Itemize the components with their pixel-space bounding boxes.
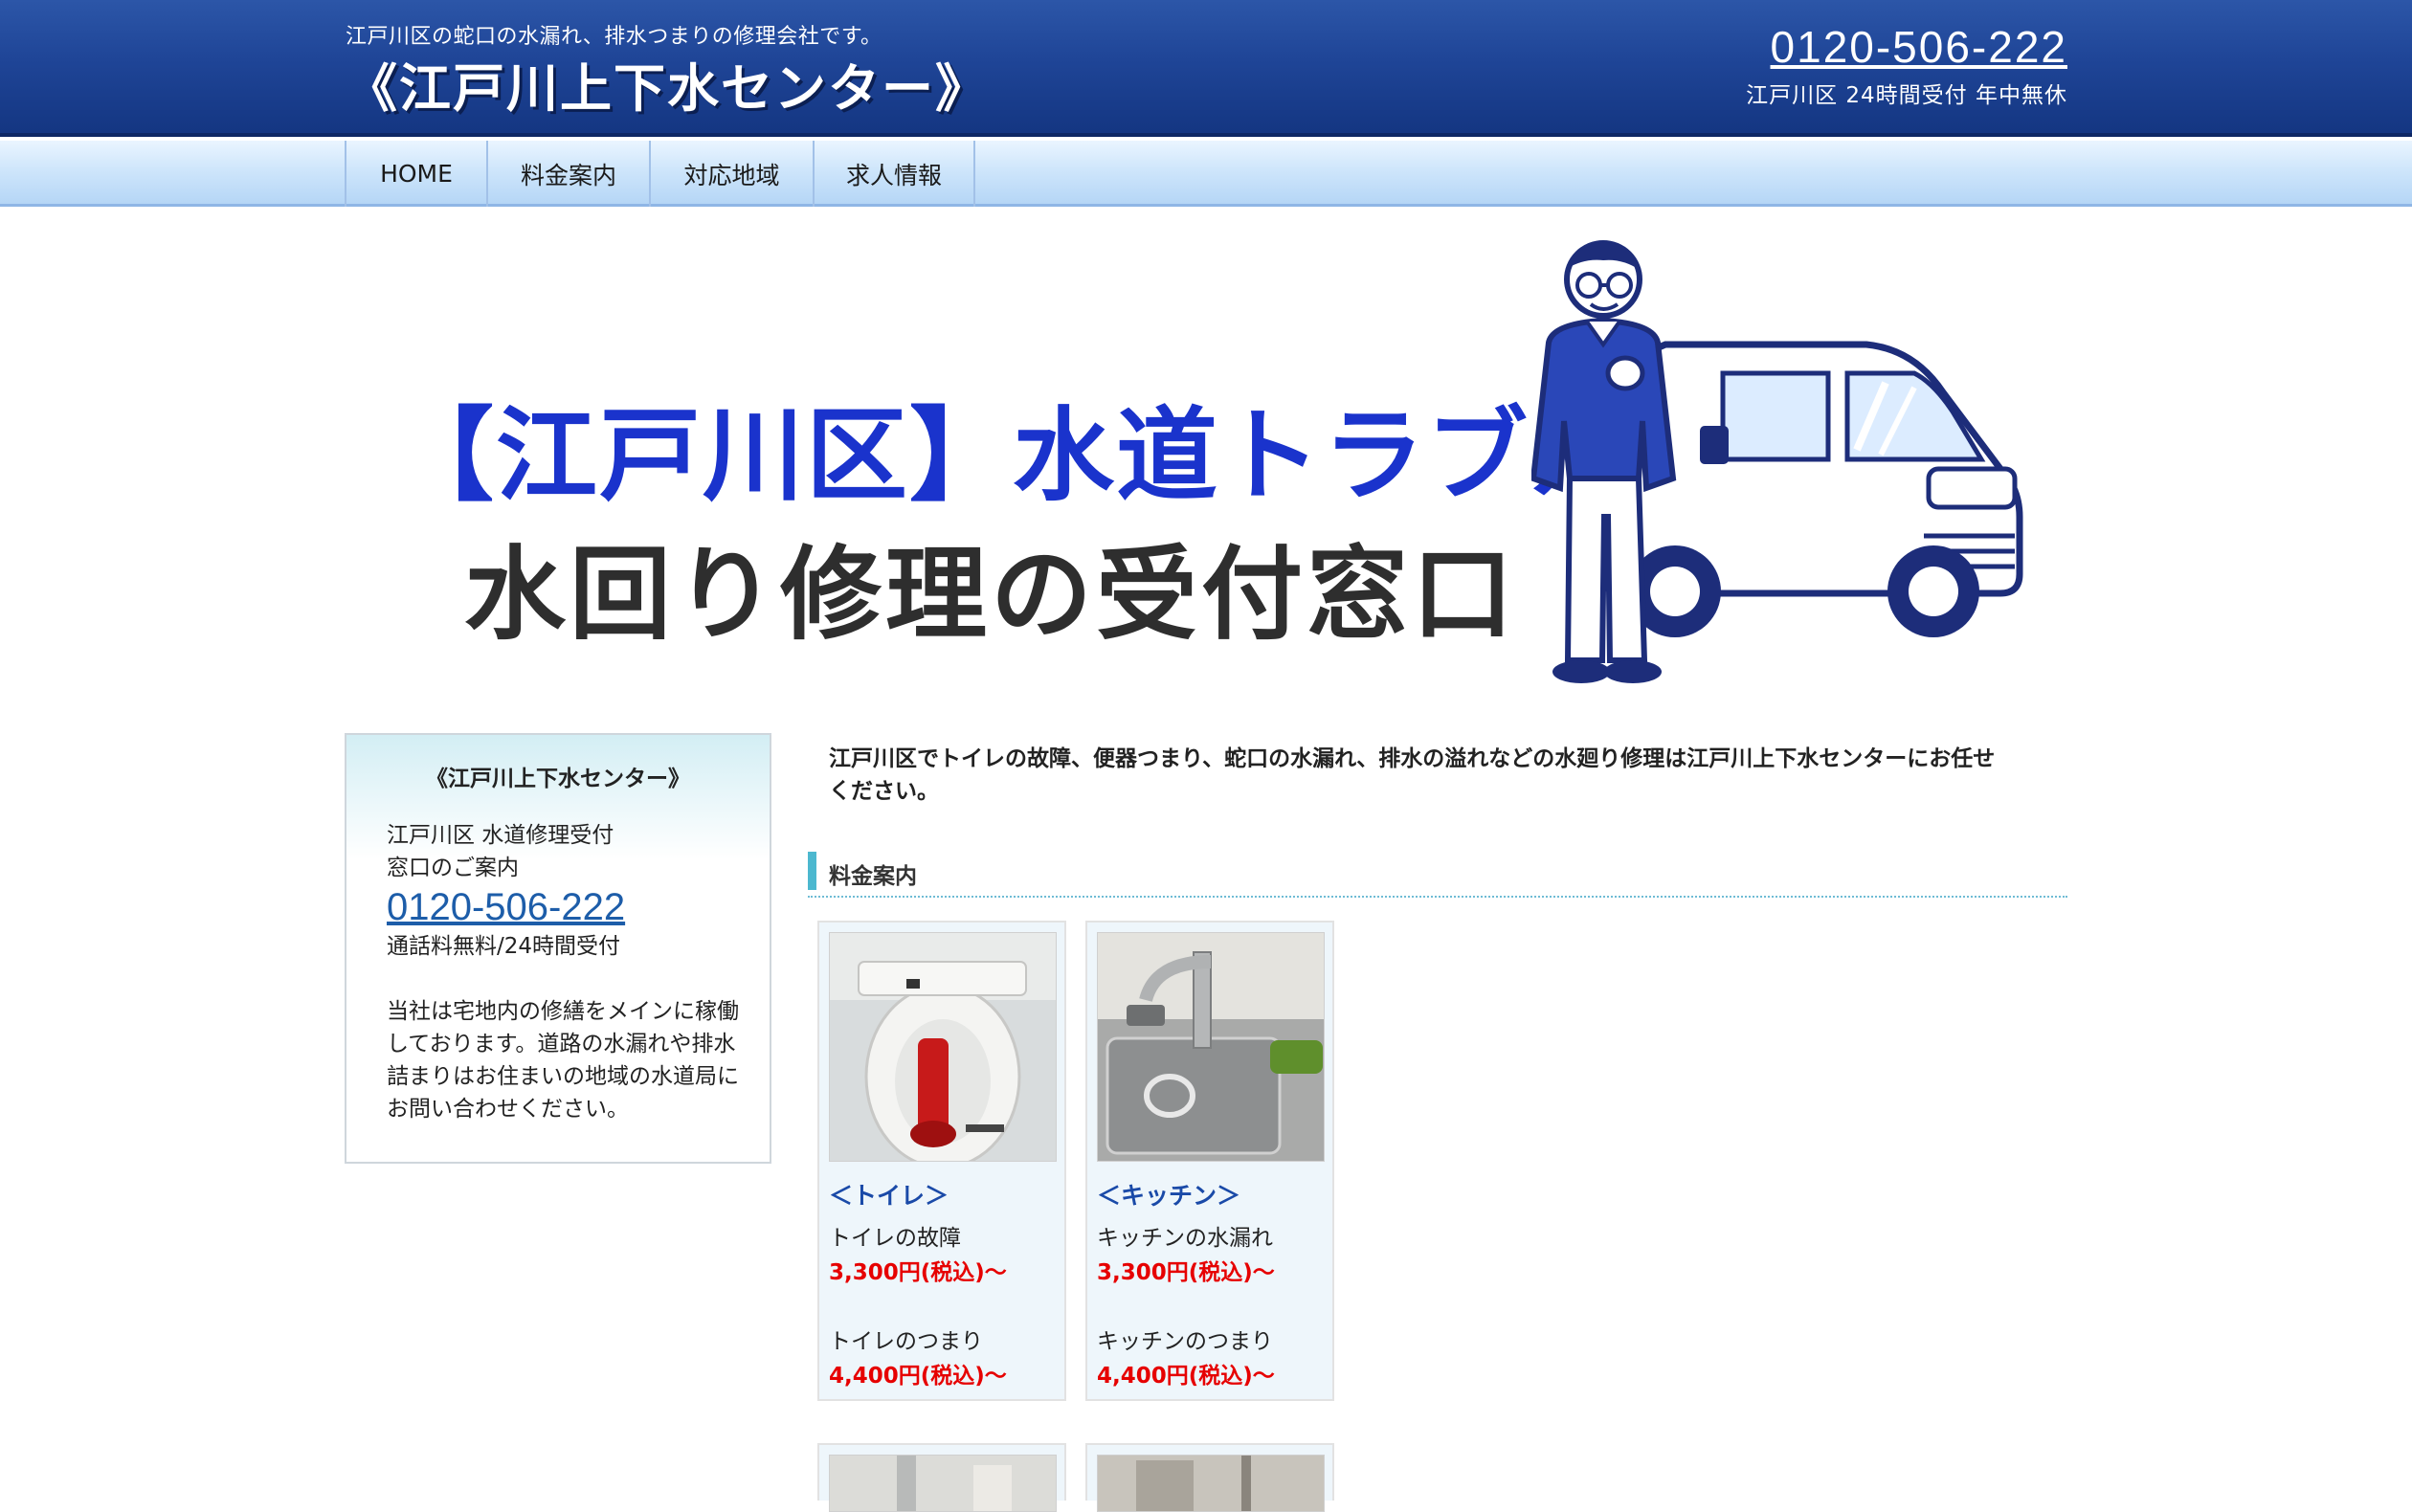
kitchen-photo (1097, 932, 1325, 1162)
card-item-kitchen-clog: キッチンのつまり (1097, 1329, 1273, 1354)
card-item-toilet-clog: トイレのつまり (829, 1329, 983, 1354)
pricing-card-partial-4[interactable] (1085, 1443, 1334, 1512)
sidebar-phone-link[interactable]: 0120-506-222 (387, 884, 625, 930)
card-item-toilet-repair: トイレの故障 (829, 1226, 961, 1251)
pricing-card-toilet[interactable]: ＜トイレ＞ トイレの故障 3,300円(税込)〜 トイレのつまり 4,400円(… (817, 921, 1066, 1401)
sidebar-contact-box: 《江戸川上下水センター》 江戸川区 水道修理受付 窓口のご案内 0120-506… (345, 733, 771, 1164)
sidebar-text-line3: 通話料無料/24時間受付 (387, 934, 621, 959)
nav-item-pricing[interactable]: 料金案内 (486, 141, 649, 207)
header-phone-link[interactable]: 0120-506-222 (1771, 21, 2067, 73)
card-price-toilet-repair: 3,300円(税込)〜 (829, 1260, 1007, 1285)
nav-item-home[interactable]: HOME (345, 141, 486, 207)
card-item-kitchen-leak: キッチンの水漏れ (1097, 1226, 1273, 1251)
toilet-photo (829, 932, 1057, 1162)
section-heading-label: 料金案内 (829, 864, 917, 889)
section-heading-pricing: 料金案内 (808, 850, 2067, 898)
card-price-toilet-clog: 4,400円(税込)〜 (829, 1364, 1007, 1389)
sidebar-text-line2: 窓口のご案内 (387, 856, 519, 880)
card-price-kitchen-leak: 3,300円(税込)〜 (1097, 1260, 1275, 1285)
intro-text: 江戸川区でトイレの故障、便器つまり、蛇口の水漏れ、排水の溢れなどの水廻り修理は江… (829, 746, 1996, 804)
sidebar-note: 当社は宅地内の修繕をメインに稼働しております。道路の水漏れや排水詰まりはお住まい… (387, 999, 739, 1122)
card-category-kitchen: ＜キッチン＞ (1097, 1182, 1241, 1210)
site-header: 江戸川区の蛇口の水漏れ、排水つまりの修理会社です。 《江戸川上下水センター》 0… (0, 0, 2412, 137)
site-logo-title[interactable]: 《江戸川上下水センター》 (346, 46, 989, 122)
section-heading-accent (808, 852, 816, 890)
sidebar-title: 《江戸川上下水センター》 (426, 767, 690, 791)
card-photo-partial-4 (1097, 1455, 1325, 1512)
nav-item-recruit[interactable]: 求人情報 (813, 141, 975, 207)
nav-item-service-area[interactable]: 対応地域 (649, 141, 813, 207)
plumber-van-illustration (1531, 240, 2023, 683)
hero-subheadline: 水回り修理の受付窓口 (464, 536, 1517, 654)
pricing-card-kitchen[interactable]: ＜キッチン＞ キッチンの水漏れ 3,300円(税込)〜 キッチンのつまり 4,4… (1085, 921, 1334, 1401)
hero-banner: 【江戸川区】水道トラブル 水回り修理の受付窓口 (345, 230, 2067, 708)
card-category-toilet: ＜トイレ＞ (829, 1182, 949, 1210)
pricing-card-partial-3[interactable] (817, 1443, 1066, 1512)
main-navigation: HOME 料金案内 対応地域 求人情報 (0, 141, 2412, 207)
card-price-kitchen-clog: 4,400円(税込)〜 (1097, 1364, 1275, 1389)
card-photo-partial-3 (829, 1455, 1057, 1512)
header-phone-note: 江戸川区 24時間受付 年中無休 (1746, 83, 2067, 108)
sidebar-text-line1: 江戸川区 水道修理受付 (387, 823, 614, 848)
hero-headline: 【江戸川区】水道トラブル (392, 397, 1633, 515)
